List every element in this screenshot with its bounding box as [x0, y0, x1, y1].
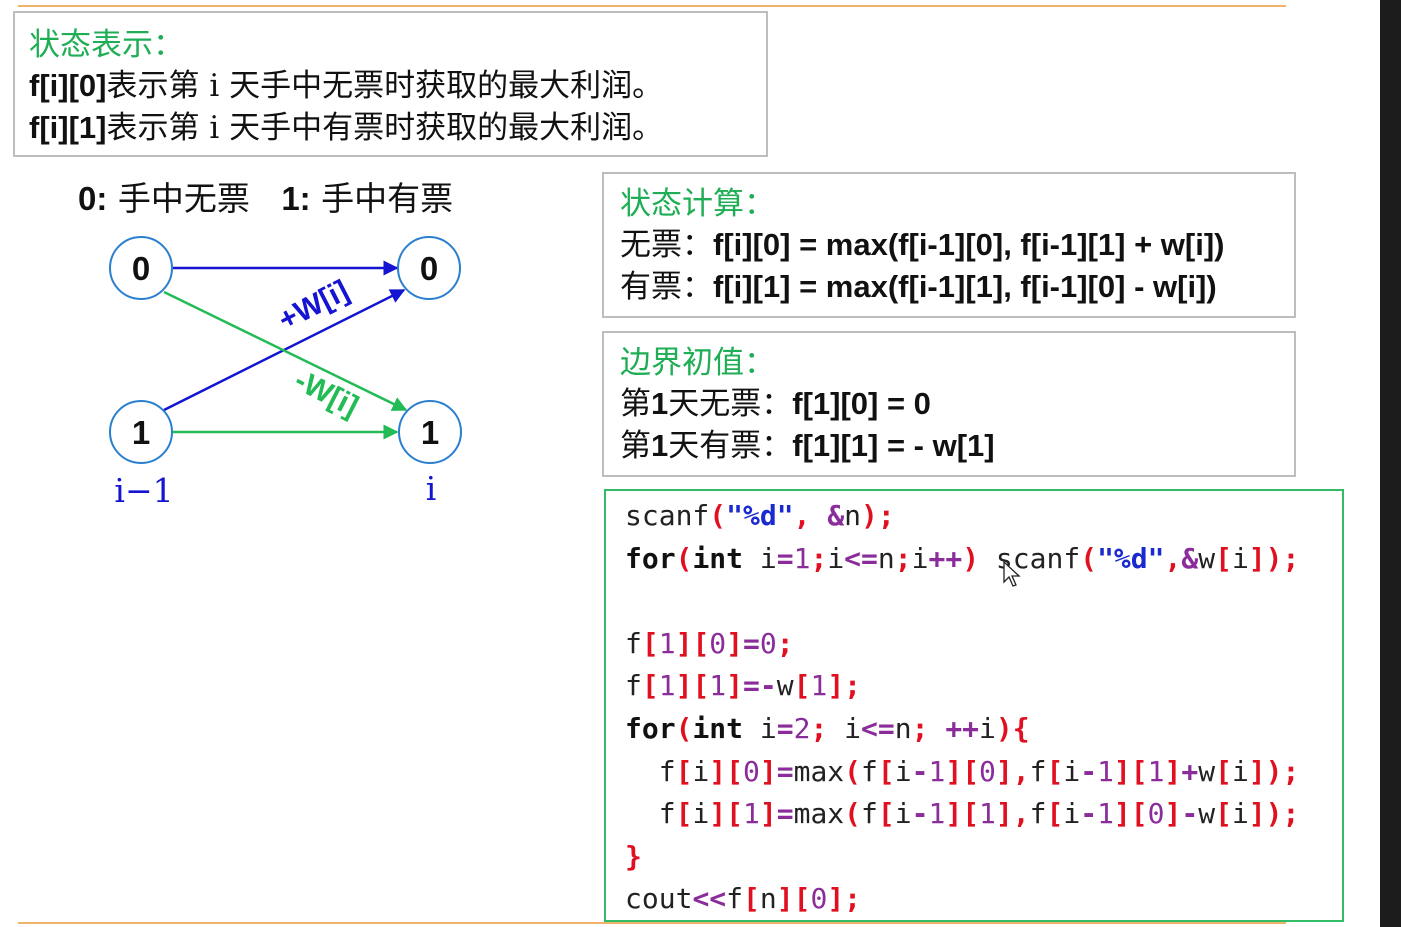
right-edge-strip	[1380, 0, 1401, 927]
node-right-top-label: 0	[420, 250, 438, 287]
computation-line-2: 有票：f[i][1] = max(f[i-1][1], f[i-1][0] - …	[620, 266, 1294, 308]
plus-weight-label: +W[i]	[273, 274, 354, 337]
state-legend: 0: 手中无票 1: 手中有票	[78, 172, 453, 220]
state-definition-line-2: f[i][1]表示第 i 天手中有票时获取的最大利润。	[29, 107, 766, 149]
code-line-9: }	[625, 839, 642, 873]
boundary-label-1-post: 天无票：	[668, 386, 793, 422]
boundary-label-1-pre: 第	[620, 386, 651, 422]
boundary-values-box: 边界初值： 第1天无票：f[1][0] = 0 第1天有票：f[1][1] = …	[602, 331, 1296, 477]
computation-formula-2: f[i][1] = max(f[i-1][1], f[i-1][0] - w[i…	[713, 269, 1217, 304]
state-code-1: f[i][0]	[29, 68, 107, 103]
legend-zero-key: 0:	[78, 180, 108, 217]
legend-one-key: 1:	[281, 180, 311, 217]
code-line-6: for(int i=2; i<=n; ++i){	[625, 711, 1030, 745]
state-definition-line-1: f[i][0]表示第 i 天手中无票时获取的最大利润。	[29, 65, 766, 107]
computation-label-1: 无票：	[620, 227, 713, 263]
col-label-prev: i−1	[114, 471, 173, 510]
state-text-1: 表示第 i 天手中无票时获取的最大利润。	[106, 68, 664, 104]
boundary-formula-1: f[1][0] = 0	[792, 386, 931, 421]
code-line-10: cout<<f[n][0];	[625, 882, 862, 916]
legend-one-text: 手中有票	[321, 179, 454, 218]
node-left-top-label: 0	[132, 250, 150, 287]
code-line-1: scanf("%d", &n);	[625, 499, 895, 532]
node-left-bottom-label: 1	[132, 414, 150, 451]
computation-line-1: 无票：f[i][0] = max(f[i-1][0], f[i-1][1] + …	[620, 224, 1294, 266]
state-code-2: f[i][1]	[29, 110, 107, 145]
boundary-label-2-post: 天有票：	[668, 428, 793, 464]
state-definition-box: 状态表示： f[i][0]表示第 i 天手中无票时获取的最大利润。 f[i][1…	[13, 11, 768, 157]
boundary-day-2: 1	[651, 428, 669, 463]
boundary-line-2: 第1天有票：f[1][1] = - w[1]	[620, 425, 1294, 467]
boundary-day-1: 1	[651, 386, 669, 421]
boundary-label-2-pre: 第	[620, 428, 651, 464]
computation-label-2: 有票：	[620, 269, 713, 305]
state-definition-title: 状态表示：	[29, 27, 184, 63]
transition-diagram: 0 1 0 1 +W[i] -W[i] i−1 i	[109, 236, 462, 510]
boundary-formula-2: f[1][1] = - w[1]	[792, 428, 995, 463]
computation-formula-1: f[i][0] = max(f[i-1][0], f[i-1][1] + w[i…	[713, 227, 1225, 262]
node-right-bottom-label: 1	[421, 414, 439, 451]
code-line-8: f[i][1]=max(f[i-1][1],f[i-1][0]-w[i]);	[658, 797, 1300, 831]
code-line-7: f[i][0]=max(f[i-1][0],f[i-1][1]+w[i]);	[658, 754, 1300, 788]
boundary-values-title: 边界初值：	[620, 345, 775, 381]
minus-weight-label: -W[i]	[289, 364, 363, 424]
bottom-divider	[18, 922, 1286, 924]
code-line-5: f[1][1]=-w[1];	[625, 669, 862, 703]
boundary-line-1: 第1天无票：f[1][0] = 0	[620, 383, 1294, 425]
col-label-curr: i	[426, 469, 437, 508]
state-computation-box: 状态计算： 无票：f[i][0] = max(f[i-1][0], f[i-1]…	[602, 172, 1296, 318]
code-line-4: f[1][0]=0;	[625, 626, 794, 660]
top-divider	[18, 5, 1286, 7]
state-text-2: 表示第 i 天手中有票时获取的最大利润。	[106, 110, 664, 146]
mouse-cursor-icon	[1003, 561, 1021, 587]
legend-zero-text: 手中无票	[117, 179, 250, 218]
code-block: scanf("%d", &n); for(int i=1;i<=n;i++) s…	[604, 489, 1344, 922]
state-computation-title: 状态计算：	[620, 186, 775, 222]
code-line-2: for(int i=1;i<=n;i++) scanf("%d",&w[i]);	[625, 541, 1300, 575]
